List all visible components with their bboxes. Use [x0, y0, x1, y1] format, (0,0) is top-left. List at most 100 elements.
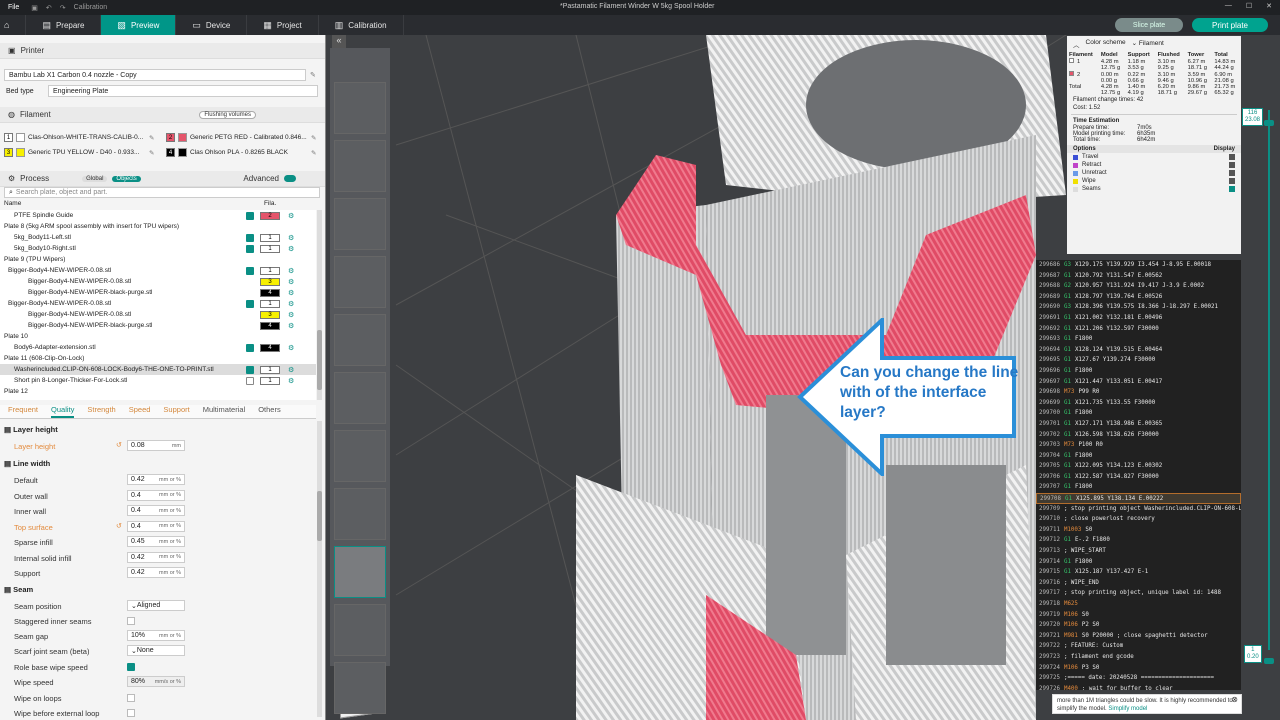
layer-height-input[interactable]: 0.08 mm	[127, 440, 185, 451]
line-width-input[interactable]: 0.4 mm or %	[127, 489, 185, 501]
visibility-checkbox[interactable]	[246, 343, 254, 352]
flushing-volumes-button[interactable]: Flushing volumes	[199, 110, 256, 119]
line-width-input[interactable]: 0.4 mm or %	[127, 505, 185, 516]
tree-scrollbar[interactable]	[317, 210, 322, 400]
close-icon[interactable]: ✕	[1266, 2, 1272, 10]
option-toggle[interactable]	[1229, 154, 1235, 160]
color-scheme-select[interactable]: ⌄ Filament	[1132, 39, 1164, 49]
gcode-line[interactable]: 299698 M73 P99 R0	[1036, 387, 1241, 398]
plate-thumbnail[interactable]	[334, 140, 386, 192]
filament-index[interactable]: 1	[260, 299, 280, 308]
edit-icon[interactable]: ✎	[311, 149, 316, 157]
tab-quality[interactable]: Quality	[51, 405, 75, 418]
visibility-checkbox[interactable]	[246, 299, 254, 308]
visibility-checkbox[interactable]	[246, 211, 254, 220]
gcode-line[interactable]: 299704 G1 F1800	[1036, 451, 1241, 462]
line-width-input[interactable]: 0.4 mm or %	[127, 520, 185, 532]
settings-icon[interactable]: ⚙	[288, 245, 294, 253]
tab-speed[interactable]: Speed	[129, 405, 151, 418]
plate-thumbnail[interactable]	[334, 488, 386, 540]
gcode-line[interactable]: 299721 M981 S0 P20000 ; close spaghetti de…	[1036, 631, 1241, 642]
plate-thumbnail[interactable]	[334, 662, 386, 714]
tree-row[interactable]: 5kg_Body10-Right.stl 1 ⚙	[0, 243, 316, 254]
option-toggle[interactable]	[1229, 170, 1235, 176]
home-icon[interactable]: ⌂	[0, 15, 27, 35]
filament-index[interactable]: 4	[260, 288, 280, 297]
gcode-line[interactable]: 299720 M106 P2 S0	[1036, 620, 1241, 631]
settings-icon[interactable]: ⚙	[288, 344, 294, 352]
filament-index[interactable]: 1	[260, 266, 280, 275]
gcode-line[interactable]: 299716; WIPE_END	[1036, 578, 1241, 589]
tree-row[interactable]: Plate 9 (TPU Wipers)	[0, 254, 316, 265]
slider-bottom-handle[interactable]	[1264, 658, 1274, 664]
gcode-line[interactable]: 299715 G1 X125.187 Y137.427 E-1	[1036, 567, 1241, 578]
gcode-line[interactable]: 299696 G1 F1800	[1036, 366, 1241, 377]
undo-icon[interactable]: ↶	[42, 4, 56, 12]
gcode-line[interactable]: 299705 G1 X122.095 Y134.123 E.00302	[1036, 461, 1241, 472]
file-menu[interactable]: File	[0, 4, 27, 11]
reset-icon[interactable]: ↺	[116, 522, 122, 530]
plate-thumbnail[interactable]	[334, 82, 386, 134]
gcode-line[interactable]: 299703 M73 P100 R0	[1036, 440, 1241, 451]
reset-icon[interactable]: ↺	[116, 441, 122, 449]
tab-project[interactable]: ▦ Project	[247, 15, 319, 35]
visibility-checkbox[interactable]	[246, 244, 254, 253]
settings-icon[interactable]: ⚙	[288, 322, 294, 330]
tab-multimaterial[interactable]: Multimaterial	[203, 405, 246, 418]
slider-top-handle[interactable]	[1264, 120, 1274, 126]
print-plate-button[interactable]: Print plate	[1192, 18, 1268, 32]
settings-icon[interactable]: ⚙	[288, 300, 294, 308]
settings-icon[interactable]: ⚙	[288, 267, 294, 275]
line-width-input[interactable]: 0.45 mm or %	[127, 536, 185, 547]
role-base-wipe-checkbox[interactable]	[127, 663, 135, 671]
save-icon[interactable]: ▣	[27, 4, 42, 12]
tab-strength[interactable]: Strength	[87, 405, 115, 418]
tree-row[interactable]: Bigger-Body4-NEW-WIPER-0.08.stl 3 ⚙	[0, 309, 316, 320]
visibility-checkbox[interactable]	[246, 266, 254, 275]
option-toggle[interactable]	[1229, 178, 1235, 184]
minimize-icon[interactable]: —	[1225, 2, 1232, 10]
settings-icon[interactable]: ⚙	[288, 311, 294, 319]
tree-row[interactable]: Bigger-Body4-NEW-WIPER-black-purge.stl 4 ⚙	[0, 287, 316, 298]
scarf-joint-select[interactable]: ⌄ None	[127, 645, 185, 656]
redo-icon[interactable]: ↷	[56, 4, 70, 12]
simplify-model-link[interactable]: Simplify model	[1108, 706, 1147, 712]
filament-index[interactable]: 2	[260, 211, 280, 220]
filament-index[interactable]: 4	[260, 321, 280, 330]
tree-row[interactable]: 5kg_Body11-Left.stl 1 ⚙	[0, 232, 316, 243]
tree-row[interactable]: Short pin 8-Longer-Thicker-For-Lock.stl 1…	[0, 375, 316, 386]
gcode-line[interactable]: 299714 G1 F1800	[1036, 557, 1241, 568]
plate-thumbnail[interactable]	[334, 314, 386, 366]
gcode-line[interactable]: 299690 G3 X128.396 Y139.575 I8.366 J-18.29…	[1036, 302, 1241, 313]
settings-icon[interactable]: ⚙	[288, 366, 294, 374]
tree-row[interactable]: Body6-Adapter-extension.stl 4 ⚙	[0, 342, 316, 353]
gcode-line[interactable]: 299702 G1 X126.598 Y138.626 F30000	[1036, 430, 1241, 441]
tree-row[interactable]: Washerincluded.CLIP-ON-608-LOCK-Body6-TH…	[0, 364, 316, 375]
search-input[interactable]: ⌕ Search plate, object and part.	[4, 187, 320, 198]
filament-item[interactable]: 1 Clas-Ohlson-WHITE-TRANS-CALIB-0... ✎	[4, 133, 162, 142]
bed-type-select[interactable]: Engineering Plate	[48, 85, 318, 97]
line-width-input[interactable]: 0.42 mm or %	[127, 567, 185, 578]
gcode-line[interactable]: 299700 G1 F1800	[1036, 408, 1241, 419]
tree-row[interactable]: Bigger-Body4-NEW-WIPER-0.08.stl 1 ⚙	[0, 265, 316, 276]
gcode-line[interactable]: 299725 ;===== date: 20240528 ============…	[1036, 673, 1241, 684]
seam-gap-input[interactable]: 10% mm or %	[127, 630, 185, 641]
gcode-line[interactable]: 299692 G1 X121.206 Y132.597 F30000	[1036, 324, 1241, 335]
gcode-line[interactable]: 299726 M400; wait for buffer to clear	[1036, 684, 1241, 690]
tree-row[interactable]: Bigger-Body4-NEW-WIPER-0.08.stl 1 ⚙	[0, 298, 316, 309]
gcode-line[interactable]: 299710; close powerlost recovery	[1036, 514, 1241, 525]
gcode-line[interactable]: 299719 M106 S0	[1036, 610, 1241, 621]
tab-device[interactable]: ▭ Device	[176, 15, 248, 35]
plate-thumbnail[interactable]	[334, 546, 386, 598]
tree-row[interactable]: Bigger-Body4-NEW-WIPER-black-purge.stl 4 ⚙	[0, 320, 316, 331]
gcode-line[interactable]: 299718 M625	[1036, 599, 1241, 610]
gcode-line[interactable]: 299701 G1 X127.171 Y138.986 E.00365	[1036, 419, 1241, 430]
wipe-before-external-checkbox[interactable]	[127, 709, 135, 717]
plate-thumbnail[interactable]	[334, 256, 386, 308]
tree-row[interactable]: Bigger-Body4-NEW-WIPER-0.08.stl 3 ⚙	[0, 276, 316, 287]
option-row[interactable]: Unretract	[1067, 169, 1241, 177]
slice-plate-button[interactable]: Slice plate	[1115, 18, 1183, 32]
filament-index[interactable]: 3	[260, 277, 280, 286]
gcode-line[interactable]: 299686 G3 X129.175 Y139.929 I3.454 J-8.95 …	[1036, 260, 1241, 271]
wipe-speed-input[interactable]: 80% mm/s or %	[127, 676, 185, 687]
